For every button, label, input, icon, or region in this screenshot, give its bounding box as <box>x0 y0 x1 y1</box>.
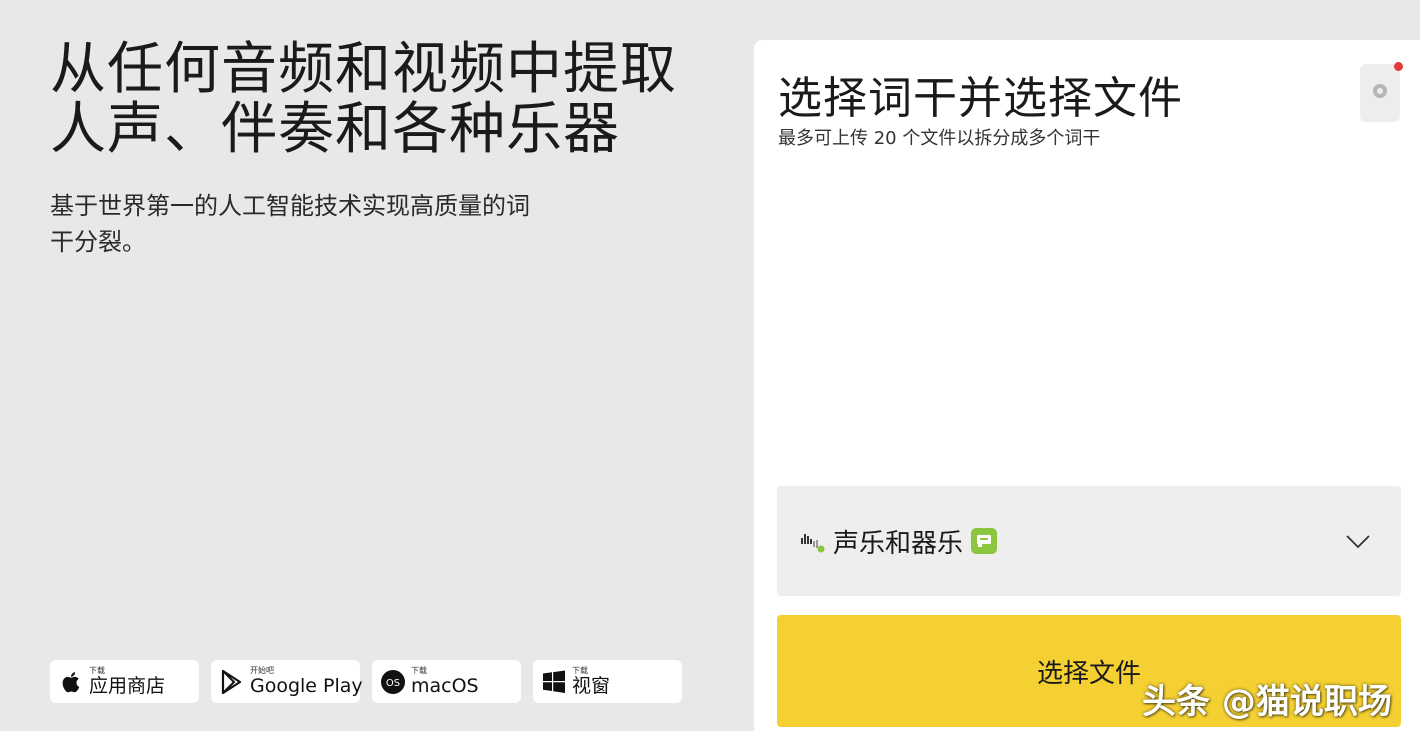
svg-text:OS: OS <box>386 678 400 689</box>
store-small-label: 开始吧 <box>250 666 274 675</box>
store-small-label: 下载 <box>411 666 427 675</box>
waveform-icon <box>799 527 827 555</box>
notification-dot <box>1394 62 1403 71</box>
hero-subtitle-line2: 干分裂。 <box>50 228 146 256</box>
windows-button[interactable]: 下载 视窗 <box>533 660 682 703</box>
hero-subtitle: 基于世界第一的人工智能技术实现高质量的词 干分裂。 <box>50 188 610 260</box>
premium-badge-icon <box>971 528 998 554</box>
store-small-label: 下载 <box>572 666 588 675</box>
page: 从任何音频和视频中提取 人声、伴奏和各种乐器 基于世界第一的人工智能技术实现高质… <box>0 0 1420 731</box>
store-buttons: 下载 应用商店 开始吧 Google Play OS 下载 macOS 下载 视… <box>50 660 682 703</box>
apple-icon <box>58 669 84 695</box>
upload-panel: 选择词干并选择文件 最多可上传 20 个文件以拆分成多个词干 声乐和器乐 选择文… <box>754 40 1420 731</box>
stem-type-dropdown[interactable]: 声乐和器乐 <box>777 486 1401 596</box>
windows-icon <box>541 669 567 695</box>
store-label: 应用商店 <box>89 675 166 697</box>
chevron-down-icon <box>1345 528 1371 554</box>
google-play-icon <box>219 669 245 695</box>
google-play-button[interactable]: 开始吧 Google Play <box>211 660 363 703</box>
macos-icon: OS <box>380 669 406 695</box>
store-label: macOS <box>411 675 479 697</box>
gear-icon <box>1370 81 1390 105</box>
hero-section: 从任何音频和视频中提取 人声、伴奏和各种乐器 基于世界第一的人工智能技术实现高质… <box>0 0 754 731</box>
watermark: 头条 @猫说职场 <box>1142 682 1392 722</box>
hero-title: 从任何音频和视频中提取 人声、伴奏和各种乐器 <box>50 40 710 160</box>
app-store-button[interactable]: 下载 应用商店 <box>50 660 199 703</box>
hero-subtitle-line1: 基于世界第一的人工智能技术实现高质量的词 <box>50 192 530 220</box>
store-label: Google Play <box>250 675 363 697</box>
stem-type-label: 声乐和器乐 <box>833 528 964 559</box>
settings-button[interactable] <box>1360 62 1403 122</box>
panel-subtitle: 最多可上传 20 个文件以拆分成多个词干 <box>778 128 1101 149</box>
store-label: 视窗 <box>572 675 611 697</box>
panel-title: 选择词干并选择文件 <box>778 73 1183 124</box>
macos-button[interactable]: OS 下载 macOS <box>372 660 521 703</box>
hero-title-line2: 人声、伴奏和各种乐器 <box>50 97 620 162</box>
store-small-label: 下载 <box>89 666 105 675</box>
hero-title-line1: 从任何音频和视频中提取 <box>50 37 677 102</box>
